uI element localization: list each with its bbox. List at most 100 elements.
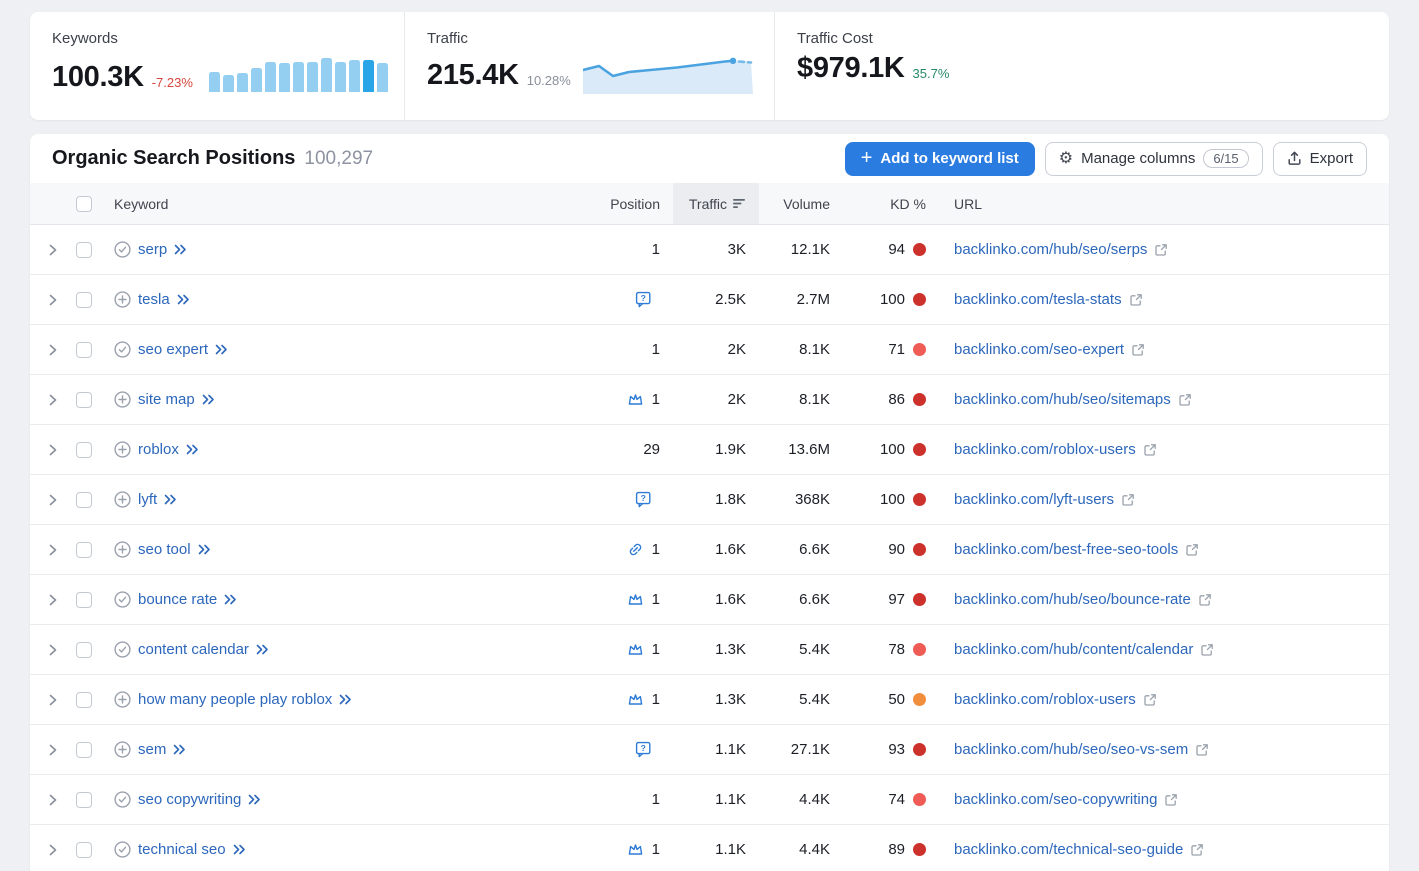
keyword-link[interactable]: technical seo	[138, 841, 226, 858]
row-checkbox[interactable]	[76, 442, 92, 458]
row-checkbox[interactable]	[76, 392, 92, 408]
keyword-link[interactable]: serp	[138, 241, 167, 258]
row-checkbox[interactable]	[76, 792, 92, 808]
url-link[interactable]: backlinko.com/lyft-users	[954, 491, 1114, 508]
keyword-link[interactable]: seo expert	[138, 341, 208, 358]
plus-circle-icon[interactable]	[114, 491, 131, 508]
expand-chevron-icon[interactable]	[49, 644, 57, 656]
check-circle-icon[interactable]	[114, 341, 131, 358]
external-link-icon[interactable]	[1121, 493, 1135, 507]
plus-circle-icon[interactable]	[114, 541, 131, 558]
double-chevron-icon[interactable]	[256, 644, 269, 655]
double-chevron-icon[interactable]	[198, 544, 211, 555]
keyword-column-header[interactable]: Keyword	[110, 183, 537, 224]
keyword-link[interactable]: content calendar	[138, 641, 249, 658]
url-link[interactable]: backlinko.com/roblox-users	[954, 691, 1136, 708]
external-link-icon[interactable]	[1195, 743, 1209, 757]
keyword-link[interactable]: bounce rate	[138, 591, 217, 608]
url-link[interactable]: backlinko.com/hub/seo/sitemaps	[954, 391, 1171, 408]
keyword-link[interactable]: lyft	[138, 491, 157, 508]
keyword-link[interactable]: site map	[138, 391, 195, 408]
keyword-link[interactable]: sem	[138, 741, 166, 758]
external-link-icon[interactable]	[1154, 243, 1168, 257]
row-checkbox[interactable]	[76, 692, 92, 708]
expand-chevron-icon[interactable]	[49, 394, 57, 406]
external-link-icon[interactable]	[1200, 643, 1214, 657]
url-link[interactable]: backlinko.com/seo-expert	[954, 341, 1124, 358]
double-chevron-icon[interactable]	[164, 494, 177, 505]
external-link-icon[interactable]	[1178, 393, 1192, 407]
double-chevron-icon[interactable]	[233, 844, 246, 855]
keyword-link[interactable]: seo tool	[138, 541, 191, 558]
keyword-link[interactable]: how many people play roblox	[138, 691, 332, 708]
double-chevron-icon[interactable]	[215, 344, 228, 355]
expand-chevron-icon[interactable]	[49, 444, 57, 456]
row-checkbox[interactable]	[76, 742, 92, 758]
plus-circle-icon[interactable]	[114, 291, 131, 308]
expand-chevron-icon[interactable]	[49, 794, 57, 806]
expand-chevron-icon[interactable]	[49, 594, 57, 606]
double-chevron-icon[interactable]	[339, 694, 352, 705]
traffic-column-header[interactable]: Traffic	[673, 183, 759, 224]
row-checkbox[interactable]	[76, 492, 92, 508]
url-link[interactable]: backlinko.com/roblox-users	[954, 441, 1136, 458]
external-link-icon[interactable]	[1143, 443, 1157, 457]
url-link[interactable]: backlinko.com/hub/content/calendar	[954, 641, 1193, 658]
keyword-link[interactable]: tesla	[138, 291, 170, 308]
plus-circle-icon[interactable]	[114, 691, 131, 708]
external-link-icon[interactable]	[1131, 343, 1145, 357]
external-link-icon[interactable]	[1190, 843, 1204, 857]
row-checkbox[interactable]	[76, 592, 92, 608]
check-circle-icon[interactable]	[114, 841, 131, 858]
url-link[interactable]: backlinko.com/best-free-seo-tools	[954, 541, 1178, 558]
double-chevron-icon[interactable]	[174, 244, 187, 255]
external-link-icon[interactable]	[1185, 543, 1199, 557]
row-checkbox[interactable]	[76, 642, 92, 658]
url-link[interactable]: backlinko.com/hub/seo/serps	[954, 241, 1147, 258]
keyword-link[interactable]: roblox	[138, 441, 179, 458]
double-chevron-icon[interactable]	[224, 594, 237, 605]
external-link-icon[interactable]	[1198, 593, 1212, 607]
url-link[interactable]: backlinko.com/tesla-stats	[954, 291, 1122, 308]
check-circle-icon[interactable]	[114, 791, 131, 808]
plus-circle-icon[interactable]	[114, 391, 131, 408]
url-link[interactable]: backlinko.com/seo-copywriting	[954, 791, 1157, 808]
row-checkbox[interactable]	[76, 542, 92, 558]
expand-chevron-icon[interactable]	[49, 494, 57, 506]
position-column-header[interactable]: Position	[537, 183, 673, 224]
plus-circle-icon[interactable]	[114, 741, 131, 758]
double-chevron-icon[interactable]	[177, 294, 190, 305]
double-chevron-icon[interactable]	[202, 394, 215, 405]
export-button[interactable]: Export	[1273, 142, 1367, 176]
check-circle-icon[interactable]	[114, 641, 131, 658]
double-chevron-icon[interactable]	[173, 744, 186, 755]
expand-chevron-icon[interactable]	[49, 294, 57, 306]
volume-column-header[interactable]: Volume	[759, 183, 843, 224]
double-chevron-icon[interactable]	[248, 794, 261, 805]
plus-circle-icon[interactable]	[114, 441, 131, 458]
add-to-keyword-list-button[interactable]: + Add to keyword list	[845, 142, 1035, 176]
row-checkbox[interactable]	[76, 292, 92, 308]
kd-column-header[interactable]: KD %	[843, 183, 941, 224]
expand-chevron-icon[interactable]	[49, 744, 57, 756]
row-checkbox[interactable]	[76, 842, 92, 858]
external-link-icon[interactable]	[1164, 793, 1178, 807]
double-chevron-icon[interactable]	[186, 444, 199, 455]
external-link-icon[interactable]	[1129, 293, 1143, 307]
url-link[interactable]: backlinko.com/hub/seo/bounce-rate	[954, 591, 1191, 608]
row-checkbox[interactable]	[76, 342, 92, 358]
expand-chevron-icon[interactable]	[49, 694, 57, 706]
url-link[interactable]: backlinko.com/hub/seo/seo-vs-sem	[954, 741, 1188, 758]
expand-chevron-icon[interactable]	[49, 844, 57, 856]
expand-chevron-icon[interactable]	[49, 344, 57, 356]
manage-columns-button[interactable]: ⚙ Manage columns 6/15	[1045, 142, 1263, 176]
select-all-checkbox[interactable]	[76, 196, 92, 212]
check-circle-icon[interactable]	[114, 241, 131, 258]
url-link[interactable]: backlinko.com/technical-seo-guide	[954, 841, 1183, 858]
row-checkbox[interactable]	[76, 242, 92, 258]
external-link-icon[interactable]	[1143, 693, 1157, 707]
keyword-link[interactable]: seo copywriting	[138, 791, 241, 808]
expand-chevron-icon[interactable]	[49, 244, 57, 256]
expand-chevron-icon[interactable]	[49, 544, 57, 556]
check-circle-icon[interactable]	[114, 591, 131, 608]
